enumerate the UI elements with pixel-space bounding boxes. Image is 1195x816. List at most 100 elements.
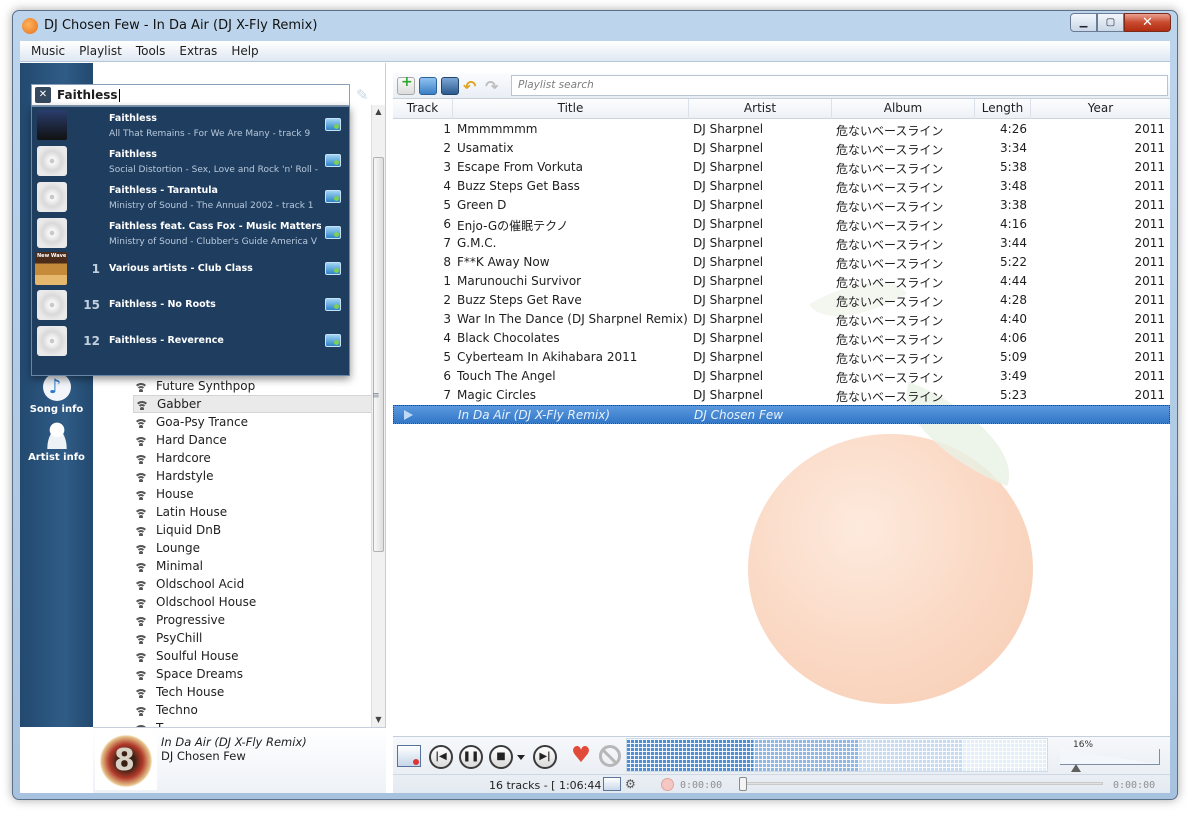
playlist-row[interactable]: 2 Buzz Steps Get Rave DJ Sharpnel 危ないベースライン… [393,291,1170,310]
playlist-row[interactable]: 5 Green D DJ Sharpnel 危ないベースライン 3:38 2011 [393,196,1170,215]
genre-item[interactable]: Latin House [133,503,373,521]
wrench-icon[interactable]: ✎ [356,86,374,104]
playlist-row[interactable]: 8 F**K Away Now DJ Sharpnel 危ないベースライン 5:22 20… [393,253,1170,272]
genre-item[interactable]: Soulful House [133,647,373,665]
playlist-row[interactable]: 6 Enjo-Gの催眠テクノ DJ Sharpnel 危ないベースライン 4:16 201… [393,215,1170,234]
genre-item[interactable]: Oldschool House [133,593,373,611]
love-heart-icon[interactable]: ♥ [569,744,593,768]
ban-icon[interactable] [599,745,621,767]
clear-playlist-icon[interactable] [397,745,421,767]
playlist-row[interactable]: 3 Escape From Vorkuta DJ Sharpnel 危ないベースライン… [393,158,1170,177]
open-playlist-icon[interactable] [419,77,437,95]
spectrum-visualizer[interactable] [626,738,1048,772]
genre-item[interactable]: Lounge [133,539,373,557]
menu-playlist[interactable]: Playlist [72,41,129,61]
playlist-row[interactable]: 7 Magic Circles DJ Sharpnel 危ないベースライン 5:23 20… [393,386,1170,405]
search-result-item[interactable]: Faithless All That Remains - For We Are M… [32,107,349,143]
add-to-playlist-icon[interactable] [325,190,341,203]
menu-tools[interactable]: Tools [129,41,173,61]
menu-music[interactable]: Music [24,41,72,61]
panel-splitter-icon[interactable]: ≡ [372,391,380,401]
genre-item[interactable]: Tech House [133,683,373,701]
playlist-row[interactable]: 6 Touch The Angel DJ Sharpnel 危ないベースライン 3:49… [393,367,1170,386]
column-header-year[interactable]: Year [1031,99,1170,119]
genre-item[interactable]: Liquid DnB [133,521,373,539]
playlist-menu-icon[interactable] [603,777,621,791]
genre-item[interactable]: Minimal [133,557,373,575]
playlist-row[interactable]: 7 G.M.C. DJ Sharpnel 危ないベースライン 3:44 2011 [393,234,1170,253]
genre-item[interactable]: Hard Dance [133,431,373,449]
search-result-item[interactable]: Faithless Social Distortion - Sex, Love a… [32,143,349,179]
genre-item[interactable]: Space Dreams [133,665,373,683]
cell-length: 3:49 [1000,369,1027,383]
menu-help[interactable]: Help [224,41,265,61]
new-playlist-icon[interactable] [397,74,415,95]
column-header-length[interactable]: Length [975,99,1031,119]
search-result-item[interactable]: Faithless - Tarantula Ministry of Sound -… [32,179,349,215]
genre-item[interactable]: House [133,485,373,503]
scroll-down-icon[interactable]: ▼ [372,713,385,727]
clear-search-icon[interactable]: ✕ [35,87,51,103]
genre-item[interactable]: Goa-Psy Trance [133,413,373,431]
redo-icon[interactable]: ↷ [485,77,503,96]
sidebar-item-artist-info[interactable]: Artist info [20,421,93,463]
search-result-item[interactable]: Faithless feat. Cass Fox - Music Matters… [32,215,349,251]
genre-item[interactable]: Hardstyle [133,467,373,485]
previous-button[interactable]: |◀ [429,745,453,769]
column-header-album[interactable]: Album [832,99,975,119]
scrollbar-thumb[interactable] [373,157,384,552]
add-to-playlist-icon[interactable] [325,226,341,239]
search-result-item[interactable]: 15 Faithless - No Roots [32,287,349,323]
playlist-row-playing[interactable]: In Da Air (DJ X-Fly Remix) DJ Chosen Few [393,405,1170,424]
close-button[interactable]: ✕ [1124,13,1171,32]
album-cover[interactable] [95,732,157,790]
column-header-artist[interactable]: Artist [689,99,832,119]
playlist-row[interactable]: 1 Marunouchi Survivor DJ Sharpnel 危ないベースライン… [393,272,1170,291]
playlist-row[interactable]: 2 Usamatix DJ Sharpnel 危ないベースライン 3:34 2011 [393,139,1170,158]
playlist-row[interactable]: 1 Mmmmmmm DJ Sharpnel 危ないベースライン 4:26 2011 [393,120,1170,139]
maximize-button[interactable]: ▢ [1097,13,1124,32]
undo-icon[interactable]: ↶ [463,77,481,96]
stop-options-dropdown-icon[interactable] [517,755,525,760]
genre-item[interactable]: T... [133,719,373,727]
genre-item[interactable]: Progressive [133,611,373,629]
playlist-row[interactable]: 5 Cyberteam In Akihabara 2011 DJ Sharpnel 危… [393,348,1170,367]
add-to-playlist-icon[interactable] [325,298,341,311]
volume-handle[interactable] [1071,764,1081,772]
add-to-playlist-icon[interactable] [325,262,341,275]
title-bar[interactable]: DJ Chosen Few - In Da Air (DJ X-Fly Remi… [13,11,1177,41]
playlist-row[interactable]: 4 Black Chocolates DJ Sharpnel 危ないベースライン 4:0… [393,329,1170,348]
search-result-item[interactable]: 12 Faithless - Reverence [32,323,349,359]
menu-extras[interactable]: Extras [172,41,224,61]
genre-item[interactable]: PsyChill [133,629,373,647]
scroll-up-icon[interactable]: ▲ [372,105,385,119]
add-to-playlist-icon[interactable] [325,154,341,167]
next-button[interactable]: ▶| [533,745,557,769]
settings-gear-icon[interactable]: ⚙ [625,777,641,791]
search-result-item[interactable]: New Wave 1 Various artists - Club Class [32,251,349,287]
library-scrollbar[interactable]: ▲ ▼ [371,105,385,727]
genre-item[interactable]: Techno [133,701,373,719]
minimize-button[interactable]: ▁ [1070,13,1097,32]
playlist-row[interactable]: 4 Buzz Steps Get Bass DJ Sharpnel 危ないベースライン… [393,177,1170,196]
seek-bar[interactable] [741,782,1103,785]
record-icon[interactable] [661,778,674,791]
playlist-row[interactable]: 3 War In The Dance (DJ Sharpnel Remix) DJ … [393,310,1170,329]
column-header-title[interactable]: Title [453,99,689,119]
genre-item[interactable]: Gabber [133,395,373,413]
genre-item[interactable]: Hardcore [133,449,373,467]
add-to-playlist-icon[interactable] [325,118,341,131]
genre-item[interactable]: Future Synthpop [133,377,373,395]
genre-item[interactable]: Oldschool Acid [133,575,373,593]
pause-button[interactable]: ❚❚ [459,745,483,769]
stop-button[interactable]: ■ [489,745,513,769]
sidebar-item-song-info[interactable]: Song info [20,373,93,415]
volume-slider[interactable] [1060,749,1160,765]
seek-thumb[interactable] [739,777,747,791]
library-search-input[interactable]: ✕ Faithless [31,84,350,106]
add-to-playlist-icon[interactable] [325,334,341,347]
result-count: 15 [83,298,100,312]
save-playlist-icon[interactable] [441,77,459,95]
column-header-track[interactable]: Track [393,99,453,119]
playlist-search-input[interactable]: Playlist search [511,75,1168,96]
